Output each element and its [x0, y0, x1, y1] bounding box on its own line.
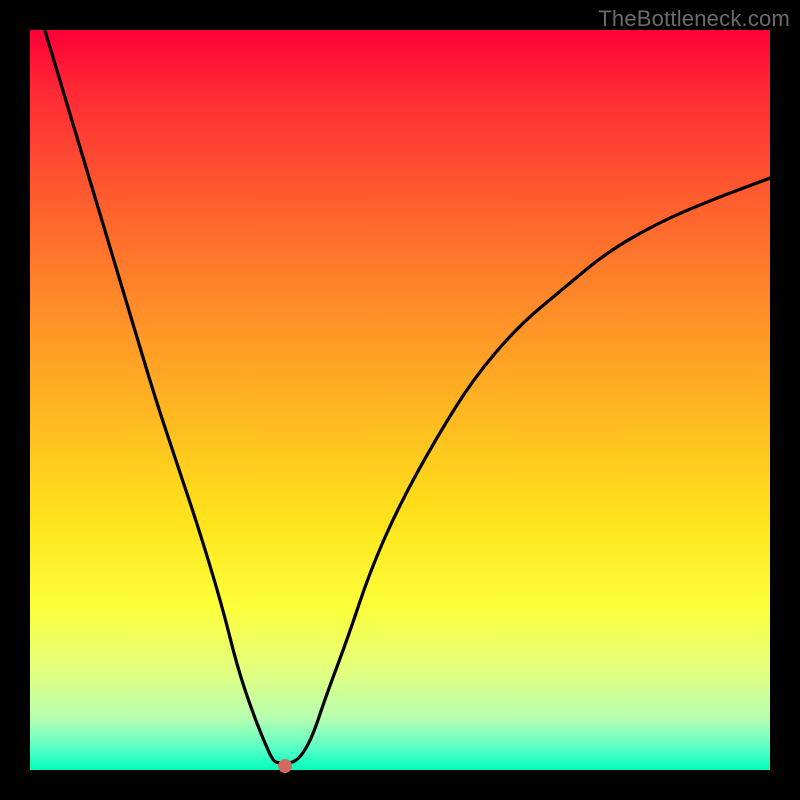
watermark-text: TheBottleneck.com	[598, 6, 790, 32]
optimal-point-marker	[278, 759, 292, 773]
chart-plot-area	[30, 30, 770, 770]
bottleneck-curve	[30, 30, 770, 770]
